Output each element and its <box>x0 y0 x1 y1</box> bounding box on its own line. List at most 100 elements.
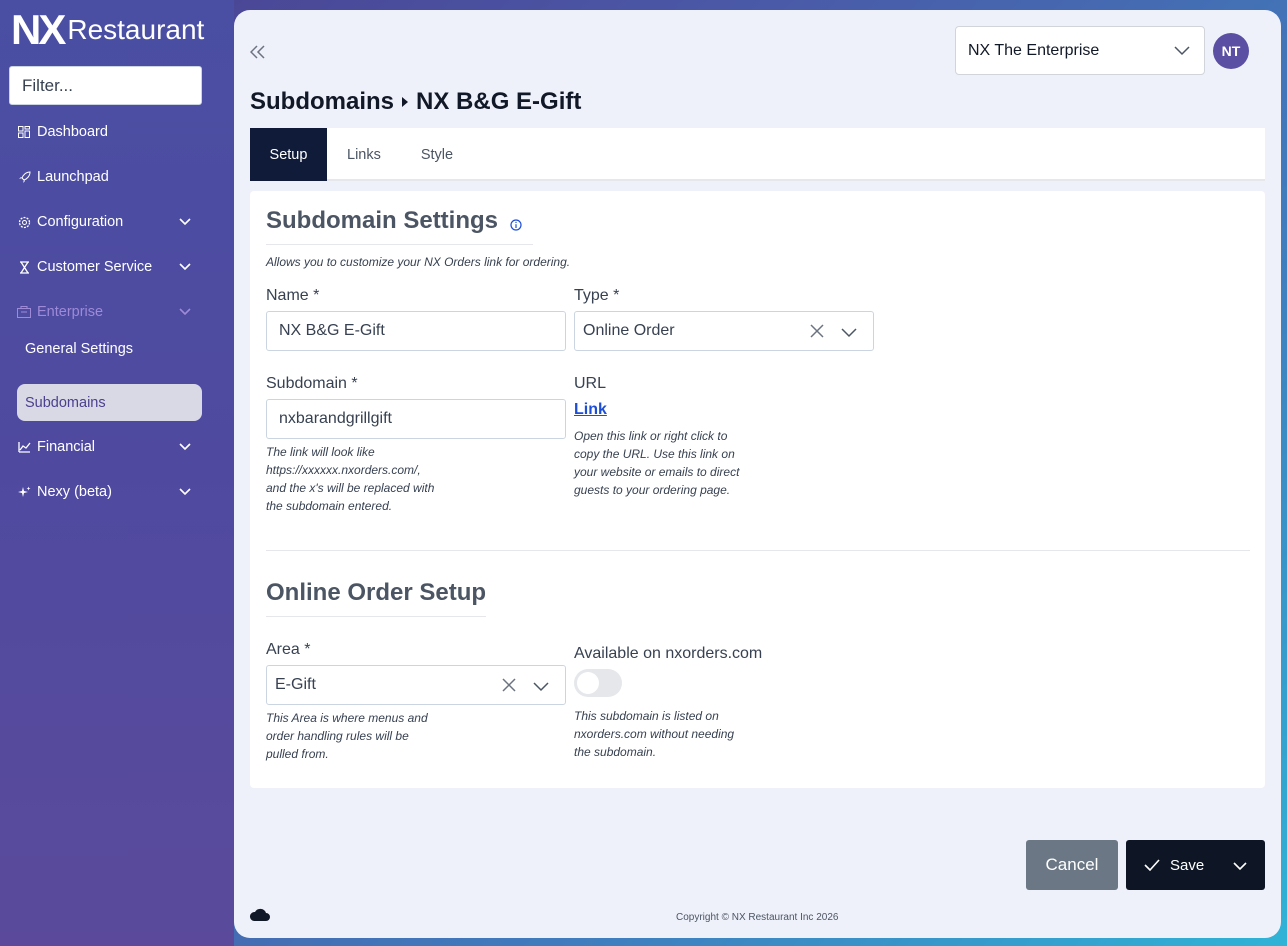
online-order-setup-title: Online Order Setup <box>266 579 487 617</box>
tab-bar: Setup Links Style <box>250 128 1265 181</box>
sidebar-item-label: Dashboard <box>37 124 108 140</box>
available-help-text: This subdomain is listed on nxorders.com… <box>574 707 734 761</box>
sidebar-item-label: General Settings <box>25 341 134 357</box>
url-label: URL <box>574 375 607 392</box>
collapse-sidebar-icon[interactable] <box>249 42 266 65</box>
type-label: Type * <box>574 287 620 304</box>
sidebar-item-label: Enterprise <box>37 304 104 320</box>
tab-links[interactable]: Links <box>327 128 401 181</box>
caret-right-icon <box>402 97 409 107</box>
breadcrumb-parent[interactable]: Subdomains <box>250 88 394 116</box>
logo-mark: NX <box>11 6 66 53</box>
logo[interactable]: NX Restaurant <box>11 6 205 53</box>
chevron-down-icon <box>179 439 191 455</box>
section-title-text: Subdomain Settings <box>266 207 499 234</box>
cancel-button[interactable]: Cancel <box>1026 840 1118 890</box>
help-line: the subdomain. <box>574 745 657 759</box>
sidebar-item-label: Nexy (beta) <box>37 484 112 500</box>
chevron-down-icon <box>179 484 191 500</box>
subdomain-settings-title: Subdomain Settings <box>266 207 533 245</box>
copyright-text: Copyright © NX Restaurant Inc 2026 <box>676 912 839 923</box>
help-line: Open this link or right click to <box>574 429 728 443</box>
page-title: NX B&G E-Gift <box>416 88 582 115</box>
help-line: nxorders.com without needing <box>574 727 735 741</box>
area-label: Area * <box>266 641 311 658</box>
filter-placeholder: Filter... <box>22 75 74 95</box>
subdomain-input-value: nxbarandgrillgift <box>279 410 392 427</box>
help-line: your website or emails to direct <box>574 465 740 479</box>
enterprise-select-value: NX The Enterprise <box>968 41 1100 59</box>
subdomain-input[interactable]: nxbarandgrillgift <box>266 399 566 439</box>
chevron-down-icon <box>1174 43 1190 61</box>
type-select-value: Online Order <box>583 322 675 339</box>
sidebar-item-label: Launchpad <box>37 169 109 185</box>
subdomain-label: Subdomain * <box>266 375 358 392</box>
chevron-down-icon[interactable] <box>841 325 857 343</box>
clear-icon[interactable] <box>809 323 825 344</box>
name-label: Name * <box>266 287 320 304</box>
sidebar-item-label: Subdomains <box>25 394 106 411</box>
help-line: The link will look like <box>266 445 375 459</box>
url-link[interactable]: Link <box>574 401 607 419</box>
help-line: and the x's will be replaced with <box>266 481 435 495</box>
settings-card: Subdomain Settings Allows you to customi… <box>250 191 1265 788</box>
subdomain-settings-description: Allows you to customize your NX Orders l… <box>266 255 571 269</box>
help-line: the subdomain entered. <box>266 499 393 513</box>
logo-text: Restaurant <box>67 14 205 45</box>
help-line: order handling rules will be <box>266 729 409 743</box>
sidebar-item-dashboard[interactable]: Dashboard <box>17 120 193 144</box>
help-line: This subdomain is listed on <box>574 709 719 723</box>
cloud-icon <box>249 908 271 927</box>
chevron-down-icon <box>179 214 191 230</box>
save-button[interactable]: Save <box>1126 840 1265 890</box>
available-label: Available on nxorders.com <box>574 645 763 662</box>
sidebar-item-financial[interactable]: Financial <box>17 435 193 459</box>
sidebar-item-configuration[interactable]: Configuration <box>17 210 193 234</box>
help-line: This Area is where menus and <box>266 711 428 725</box>
building-icon <box>17 305 31 319</box>
clear-icon[interactable] <box>501 677 517 698</box>
avatar[interactable]: NT <box>1213 33 1249 69</box>
sidebar-item-customer-service[interactable]: Customer Service <box>17 255 193 279</box>
help-line: copy the URL. Use this link on <box>574 447 735 461</box>
sidebar-filter-input[interactable]: Filter... <box>9 66 202 105</box>
tab-setup[interactable]: Setup <box>250 128 327 181</box>
breadcrumb: Subdomains NX B&G E-Gift <box>250 88 581 116</box>
chevron-down-icon[interactable] <box>533 679 549 697</box>
subdomain-help-text: The link will look like https://xxxxxx.n… <box>266 443 434 515</box>
tab-style[interactable]: Style <box>401 128 473 181</box>
hourglass-icon <box>17 260 31 274</box>
sidebar-item-enterprise[interactable]: Enterprise <box>17 300 193 324</box>
sidebar-item-general-settings[interactable]: General Settings <box>25 341 133 357</box>
help-line: pulled from. <box>266 747 329 761</box>
main-panel: NX The Enterprise NT Subdomains NX B&G E… <box>234 10 1281 938</box>
chevron-down-icon <box>179 259 191 275</box>
enterprise-select[interactable]: NX The Enterprise <box>955 26 1205 75</box>
name-input-value: NX B&G E-Gift <box>279 322 385 339</box>
rocket-icon <box>17 170 31 184</box>
help-line: https://xxxxxx.nxorders.com/, <box>266 463 421 477</box>
sidebar-item-launchpad[interactable]: Launchpad <box>17 165 193 189</box>
url-help-text: Open this link or right click to copy th… <box>574 427 739 499</box>
sidebar-item-label: Configuration <box>37 214 124 230</box>
name-input[interactable]: NX B&G E-Gift <box>266 311 566 351</box>
info-icon[interactable] <box>510 218 522 236</box>
sidebar-item-label: Financial <box>37 439 96 455</box>
area-select-value: E-Gift <box>275 676 316 693</box>
gear-icon <box>17 215 31 229</box>
section-divider <box>266 550 1250 551</box>
dashboard-icon <box>17 125 31 139</box>
sparkle-icon <box>17 485 31 499</box>
type-select[interactable]: Online Order <box>574 311 874 351</box>
area-help-text: This Area is where menus and order handl… <box>266 709 428 763</box>
save-button-label: Save <box>1170 856 1205 874</box>
chevron-down-icon <box>179 304 191 320</box>
sidebar: NX Restaurant Filter... Dashboard Launch… <box>0 0 234 946</box>
toggle-knob <box>577 672 599 694</box>
area-select[interactable]: E-Gift <box>266 665 566 705</box>
sidebar-item-nexy[interactable]: Nexy (beta) <box>17 480 193 504</box>
chart-icon <box>17 440 31 454</box>
chevron-down-icon[interactable] <box>1233 858 1247 875</box>
sidebar-item-subdomains[interactable]: Subdomains <box>17 384 202 421</box>
available-toggle[interactable] <box>574 669 622 697</box>
